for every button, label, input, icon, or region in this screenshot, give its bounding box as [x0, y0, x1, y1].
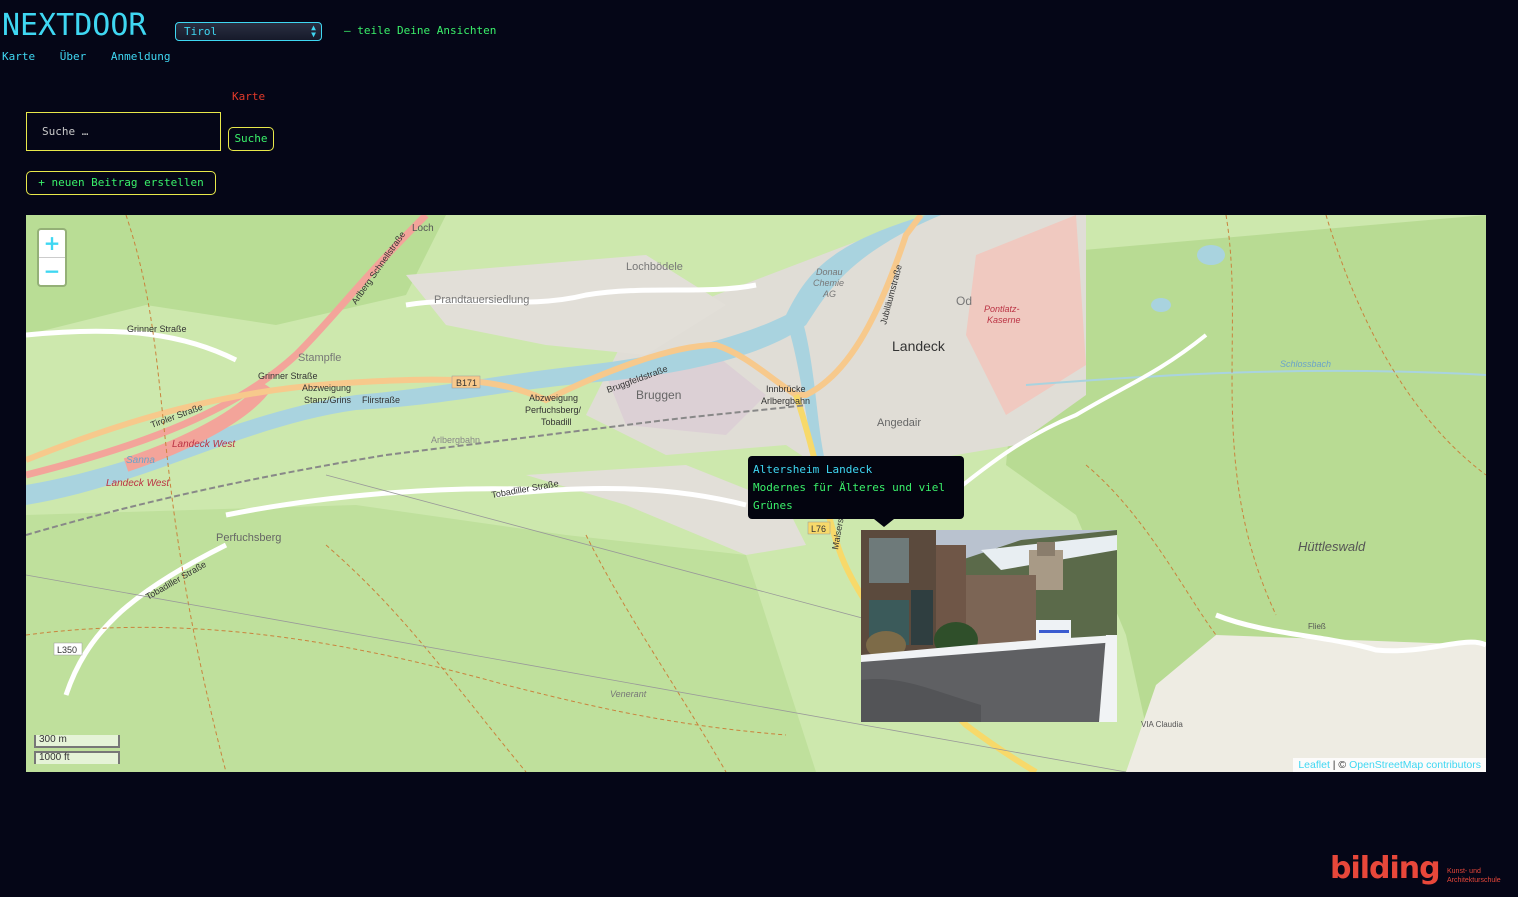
search-input[interactable]: Suche …: [26, 112, 221, 151]
nav-item-anmeldung[interactable]: Anmeldung: [111, 50, 171, 63]
popup-tip: [874, 519, 894, 527]
svg-text:Donau: Donau: [816, 267, 843, 277]
svg-text:Loch: Loch: [412, 223, 434, 234]
map-attribution: Leaflet | © OpenStreetMap contributors: [1293, 758, 1486, 772]
nav-item-karte[interactable]: Karte: [2, 50, 35, 63]
tagline: — teile Deine Ansichten: [344, 24, 497, 37]
select-arrows-icon: ▲ ▼: [311, 23, 316, 39]
svg-text:Tobadill: Tobadill: [541, 417, 572, 427]
map[interactable]: Landeck Bruggen Angedair Perfuchsberg Hü…: [26, 215, 1486, 772]
svg-text:Pontlatz-: Pontlatz-: [984, 304, 1020, 314]
svg-text:Landeck West: Landeck West: [172, 439, 236, 450]
svg-text:Perfuchsberg: Perfuchsberg: [216, 532, 281, 544]
svg-text:Kaserne: Kaserne: [987, 315, 1021, 325]
bilding-logo[interactable]: bilding Kunst- und Architekturschule: [1330, 851, 1516, 893]
svg-text:Chemie: Chemie: [813, 278, 844, 288]
svg-text:Schlossbach: Schlossbach: [1280, 359, 1331, 369]
svg-text:VIA Claudia: VIA Claudia: [1141, 720, 1183, 729]
svg-text:Abzweigung: Abzweigung: [529, 393, 578, 403]
logo-subtitle-line2: Architekturschule: [1447, 877, 1501, 884]
svg-text:Landeck West: Landeck West: [106, 478, 170, 489]
section-label: Karte: [232, 90, 266, 103]
logo-subtitle-line1: Kunst- und: [1447, 868, 1481, 875]
osm-link[interactable]: OpenStreetMap contributors: [1349, 759, 1481, 771]
svg-text:Innbrücke: Innbrücke: [766, 384, 806, 394]
svg-text:Grinner Straße: Grinner Straße: [127, 324, 187, 334]
zoom-out-button[interactable]: −: [39, 258, 65, 285]
svg-text:Grinner Straße: Grinner Straße: [258, 371, 318, 381]
svg-text:Stanz/Grins: Stanz/Grins: [304, 395, 352, 405]
svg-text:Od: Od: [956, 294, 972, 308]
svg-text:B171: B171: [456, 378, 477, 388]
popup-description: Modernes für Älteres und viel Grünes: [753, 481, 946, 512]
photo-image: [861, 530, 1117, 722]
logo-subtitle: Kunst- und Architekturschule: [1447, 867, 1501, 885]
svg-text:Fließ: Fließ: [1308, 622, 1326, 631]
svg-text:Venerant: Venerant: [610, 689, 647, 699]
svg-text:L76: L76: [811, 524, 826, 534]
attribution-separator: | ©: [1329, 759, 1350, 771]
site-title[interactable]: NEXTDOOR: [2, 8, 147, 43]
svg-text:Landeck: Landeck: [892, 338, 946, 354]
svg-text:Tobadiller Straße: Tobadiller Straße: [491, 478, 560, 500]
new-post-button[interactable]: + neuen Beitrag erstellen: [26, 171, 216, 195]
svg-text:Prandtauersiedlung: Prandtauersiedlung: [434, 294, 529, 306]
svg-text:Abzweigung: Abzweigung: [302, 383, 351, 393]
svg-text:Hüttleswald: Hüttleswald: [1298, 539, 1366, 554]
svg-text:Bruggen: Bruggen: [636, 388, 681, 402]
zoom-in-button[interactable]: +: [39, 230, 65, 258]
map-popup[interactable]: Altersheim Landeck Modernes für Älteres …: [748, 456, 964, 519]
svg-text:Sanna: Sanna: [126, 455, 155, 466]
leaflet-link[interactable]: Leaflet: [1298, 759, 1330, 771]
svg-text:Arlbergbahn: Arlbergbahn: [431, 435, 480, 445]
scale-metric: 300 m: [34, 735, 120, 748]
svg-text:L350: L350: [57, 645, 77, 655]
svg-text:Arlbergbahn: Arlbergbahn: [761, 396, 810, 406]
svg-text:Stampfle: Stampfle: [298, 352, 341, 364]
search-button[interactable]: Suche: [228, 127, 274, 151]
svg-text:Perfuchsberg/: Perfuchsberg/: [525, 405, 582, 415]
svg-text:AG: AG: [822, 289, 836, 299]
main-nav: Karte Über Anmeldung: [2, 50, 188, 63]
scale-imperial: 1000 ft: [34, 751, 120, 764]
svg-text:Flirstraße: Flirstraße: [362, 395, 400, 405]
popup-title[interactable]: Altersheim Landeck: [753, 461, 959, 479]
svg-text:Lochbödele: Lochbödele: [626, 261, 683, 273]
logo-wordmark: bilding: [1330, 851, 1441, 886]
post-photo[interactable]: [861, 530, 1117, 722]
svg-text:Angedair: Angedair: [877, 417, 921, 429]
region-select-value: Tirol: [184, 25, 218, 38]
region-select[interactable]: Tirol ▲ ▼: [175, 22, 322, 41]
zoom-control: + −: [37, 228, 67, 287]
nav-item-ueber[interactable]: Über: [60, 50, 87, 63]
